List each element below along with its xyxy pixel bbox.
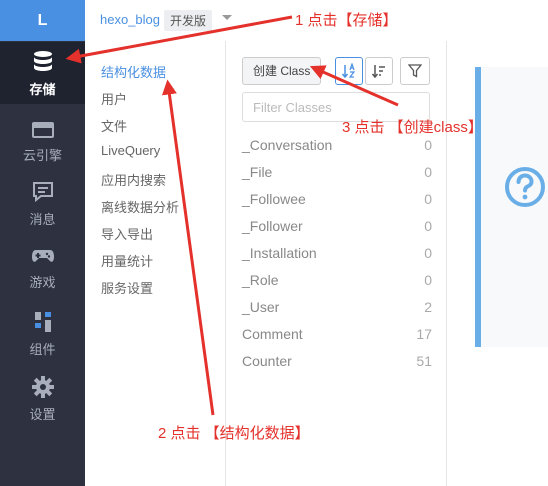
- annotation-arrows: [65, 15, 399, 416]
- annotation-step-1: 1 点击【存储】: [295, 12, 398, 29]
- annotation-step-2: 2 点击 【结构化数据】: [158, 425, 310, 442]
- annotation-step-3: 3 点击 【创建class】: [342, 119, 483, 136]
